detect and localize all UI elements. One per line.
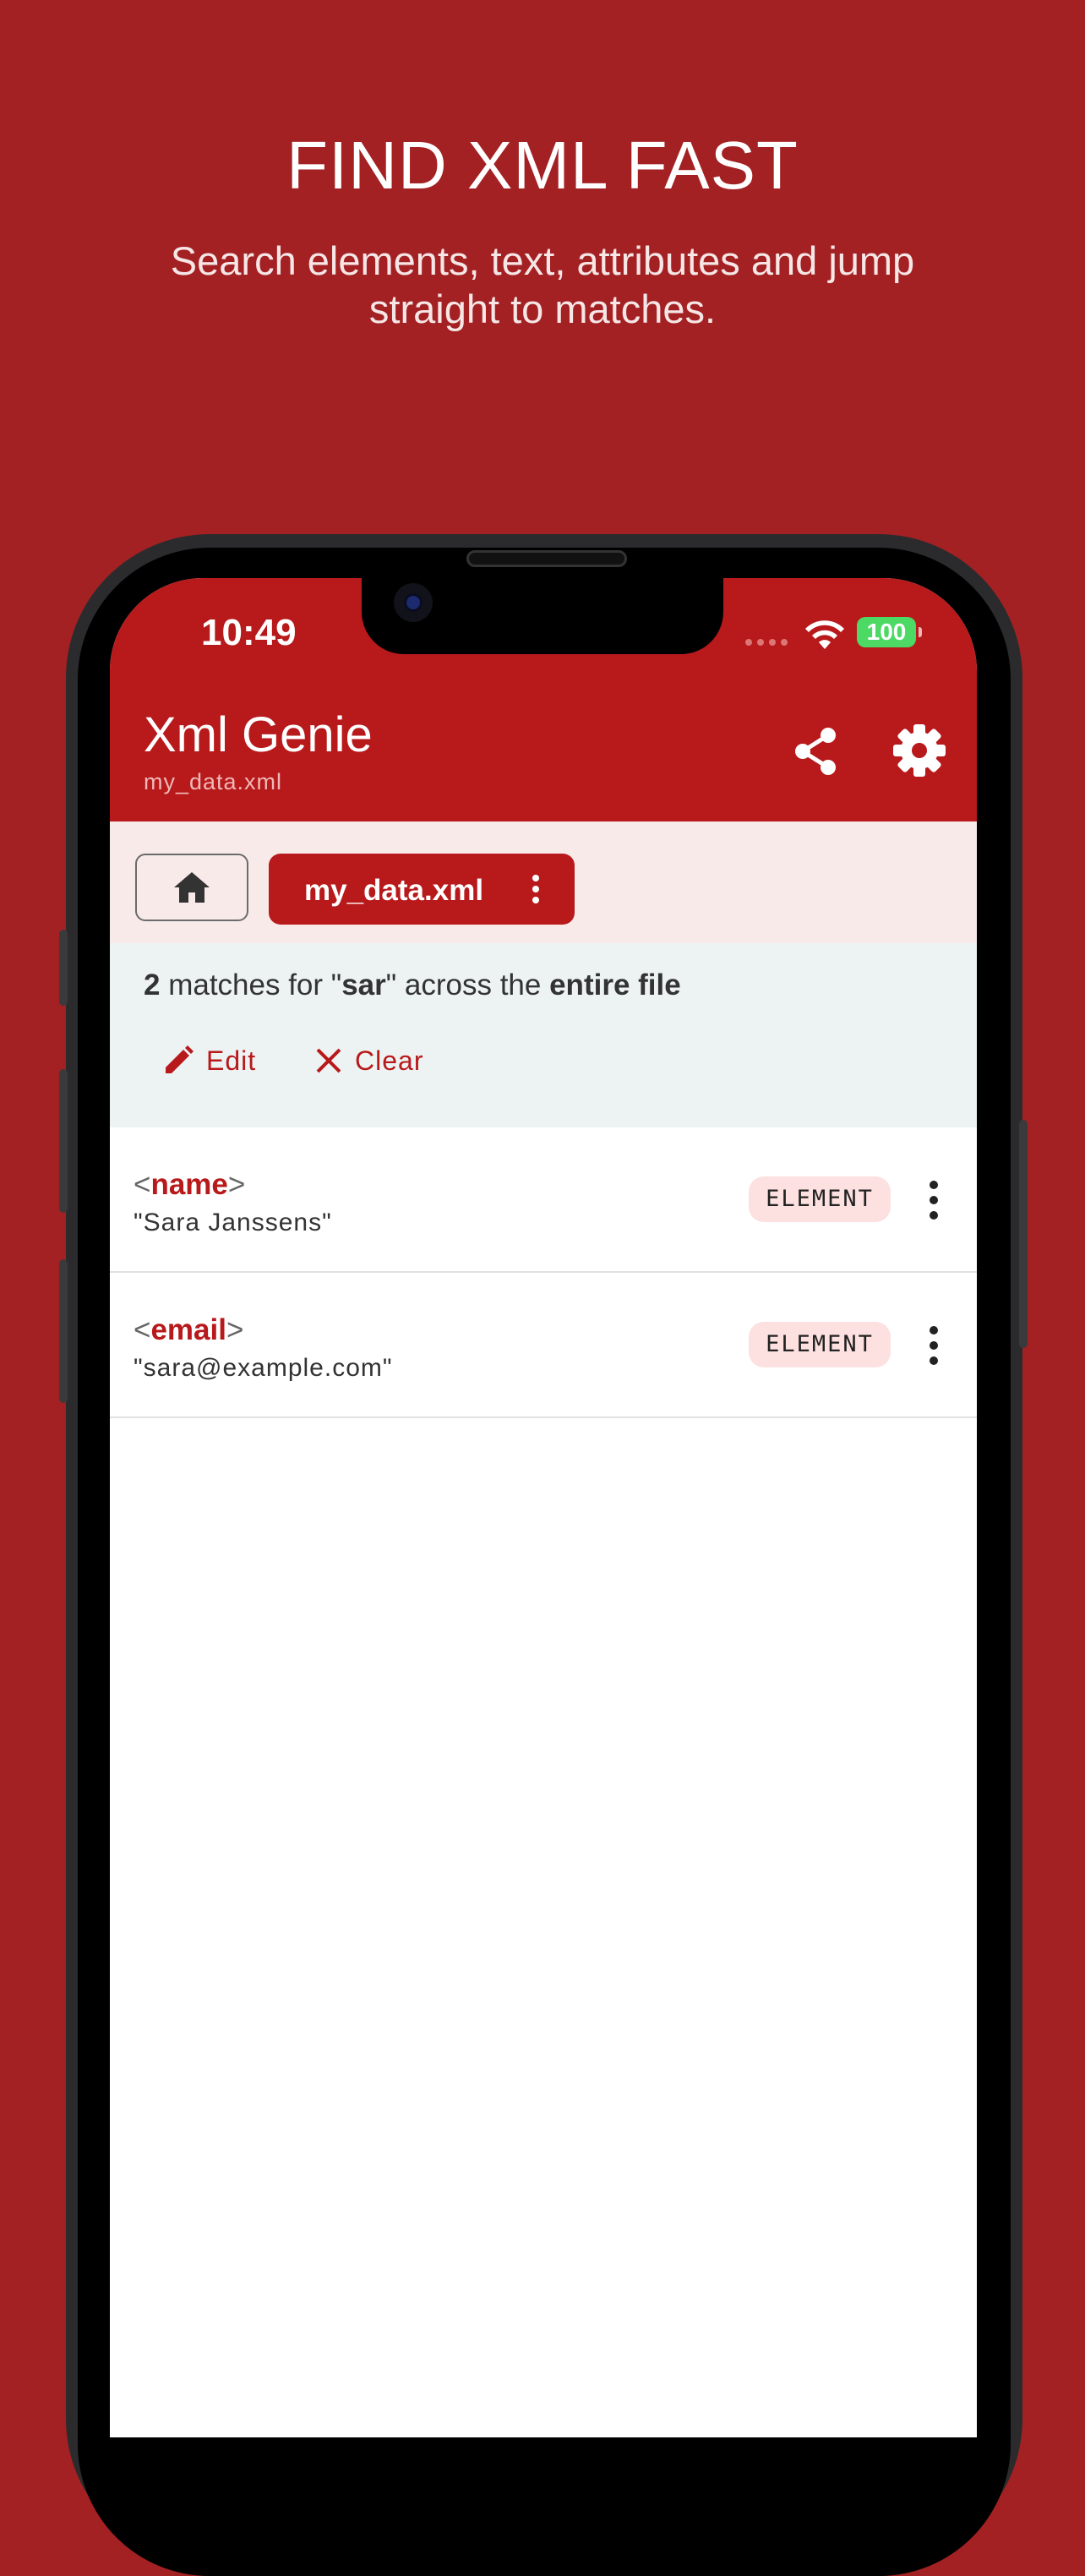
node-type-badge: ELEMENT bbox=[749, 1322, 891, 1367]
clear-label: Clear bbox=[355, 1045, 424, 1076]
file-tab-label: my_data.xml bbox=[304, 874, 484, 907]
element-tag: <name> bbox=[134, 1168, 246, 1201]
close-icon bbox=[316, 1048, 341, 1073]
more-vert-icon[interactable] bbox=[928, 1180, 940, 1220]
file-tabs-bar: my_data.xml bbox=[110, 821, 977, 943]
gear-icon[interactable] bbox=[891, 722, 948, 779]
clear-search-button[interactable]: Clear bbox=[314, 1031, 423, 1090]
result-row[interactable]: <email> "sara@example.com" ELEMENT bbox=[110, 1273, 977, 1418]
battery-icon: 100 bbox=[857, 617, 922, 647]
phone-side-button bbox=[59, 1069, 68, 1213]
phone-side-button bbox=[1019, 1120, 1028, 1348]
app-subtitle: my_data.xml bbox=[144, 769, 283, 794]
home-tab[interactable] bbox=[135, 854, 248, 921]
status-time: 10:49 bbox=[201, 612, 297, 653]
home-icon bbox=[174, 872, 210, 903]
match-count: 2 bbox=[144, 969, 161, 1001]
result-row[interactable]: <name> "Sara Janssens" ELEMENT bbox=[110, 1127, 977, 1273]
edit-search-button[interactable]: Edit bbox=[162, 1031, 256, 1090]
search-query: sar bbox=[341, 969, 386, 1001]
edit-label: Edit bbox=[206, 1045, 257, 1076]
cellular-signal-icon bbox=[745, 639, 788, 646]
element-text: "Sara Janssens" bbox=[134, 1209, 332, 1236]
phone-side-button bbox=[59, 930, 68, 1006]
promo-title: FIND XML FAST bbox=[286, 128, 799, 203]
pencil-icon bbox=[166, 1045, 194, 1073]
search-scope: entire file bbox=[549, 969, 681, 1001]
node-type-badge: ELEMENT bbox=[749, 1176, 891, 1222]
phone-screen: 10:49 100 Xml Genie my_data.xml my_data.… bbox=[110, 578, 977, 2437]
app-title: Xml Genie bbox=[144, 707, 373, 762]
tag-name: email bbox=[150, 1313, 226, 1346]
more-vert-icon[interactable] bbox=[531, 874, 541, 904]
summary-text: matches for " bbox=[160, 969, 342, 1001]
element-text: "sara@example.com" bbox=[134, 1354, 393, 1382]
front-camera bbox=[394, 583, 433, 622]
file-tab[interactable]: my_data.xml bbox=[269, 854, 575, 925]
share-icon[interactable] bbox=[788, 723, 843, 779]
promo-subtitle: Search elements, text, attributes and ju… bbox=[170, 238, 915, 331]
wifi-icon bbox=[805, 620, 844, 649]
tag-name: name bbox=[150, 1168, 228, 1201]
search-summary: 2 matches for "sar" across the entire fi… bbox=[144, 969, 681, 1002]
more-vert-icon[interactable] bbox=[928, 1325, 940, 1366]
element-tag: <email> bbox=[134, 1313, 244, 1346]
summary-text: " across the bbox=[385, 969, 550, 1001]
phone-side-button bbox=[59, 1259, 68, 1403]
search-results-header: 2 matches for "sar" across the entire fi… bbox=[110, 943, 977, 1127]
phone-speaker bbox=[466, 550, 627, 567]
